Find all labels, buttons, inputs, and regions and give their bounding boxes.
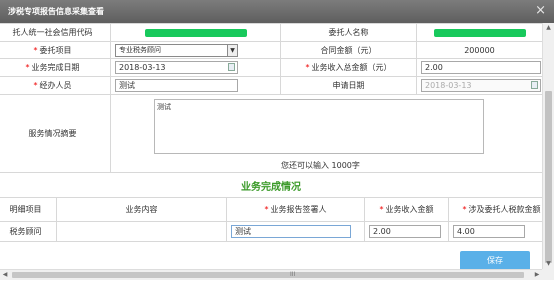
dropdown-arrow-icon: ▼ [227,44,237,56]
save-button[interactable]: 保存 [460,251,530,271]
form-content: 托人统一社会信用代码 委托人名称 * 委托项目 专业税务顾问 ▼ 合同金额（元） 2… [0,23,542,269]
row-tax-input[interactable]: 4.00 [453,225,525,238]
table-row: 税务顾问 测试 2.00 4.00 [0,221,542,242]
form-row-complete-date: * 业务完成日期 2018-03-13 * 业务收入总金额（元） 2.00 [0,58,542,77]
credit-code-label: 托人统一社会信用代码 [0,23,111,42]
client-name-value [416,23,542,42]
form-row-project: * 委托项目 专业税务顾问 ▼ 合同金额（元） 200000 [0,41,542,59]
remaining-char-count: 您还可以输入 1000字 [281,161,360,170]
signer-input[interactable]: 测试 [231,225,351,238]
row-detail-item: 税务顾问 [0,221,57,242]
close-icon[interactable]: × [535,3,546,18]
redacted-client-name [433,28,526,37]
required-mark: * [33,45,38,55]
apply-date-input: 2018-03-13 [421,79,541,92]
header-report-signer: 业务报告签署人 [270,205,327,214]
contract-amount-label: 合同金额（元） [280,41,417,59]
header-business-content: 业务内容 [56,197,227,222]
header-detail-item: 明细项目 [0,197,57,222]
calendar-icon[interactable] [228,63,235,71]
scroll-up-arrow-icon[interactable]: ▲ [543,23,554,33]
complete-date-input[interactable]: 2018-03-13 [115,61,238,74]
project-select[interactable]: 专业税务顾问 ▼ [115,43,238,57]
complete-date-label: 业务完成日期 [31,63,80,72]
window-titlebar: 涉税专项报告信息采集查看 × [0,0,554,23]
vertical-scroll-thumb[interactable] [545,91,552,263]
calendar-icon [531,81,538,89]
horizontal-scrollbar[interactable]: ◀ III ▶ [0,269,542,280]
contract-amount-value: 200000 [416,41,542,59]
apply-date-label: 申请日期 [280,76,417,95]
vertical-scrollbar[interactable]: ▲ ▼ [542,23,554,269]
scroll-grip: III [290,271,296,278]
horizontal-scroll-thumb[interactable] [12,272,524,278]
window-title: 涉税专项报告信息采集查看 [8,7,104,16]
section-title: 业务完成情况 [241,182,301,193]
income-total-input[interactable]: 2.00 [421,61,541,74]
header-tax-amount: 涉及委托人税款金额 [468,204,541,214]
scroll-down-arrow-icon[interactable]: ▼ [543,259,554,269]
redacted-credit-code [144,28,247,37]
handler-input[interactable]: 测试 [115,79,238,92]
required-mark: * [305,63,310,72]
form-row-credit-code: 托人统一社会信用代码 委托人名称 [0,23,542,42]
scroll-right-arrow-icon[interactable]: ▶ [532,270,542,280]
header-income-amount: 业务收入金额 [385,205,434,214]
scrollbar-corner [542,269,554,280]
project-label: 委托项目 [39,45,72,55]
summary-label: 服务情况摘要 [0,94,111,173]
required-mark: * [33,81,38,90]
row-income-input[interactable]: 2.00 [369,225,441,238]
required-mark: * [462,204,467,214]
handler-label: 经办人员 [39,81,72,90]
business-detail-table: 明细项目 业务内容 * 业务报告签署人 * 业务收入金额 * 涉及委托人税款金额 税务… [0,197,542,242]
income-total-label: 业务收入总金额（元） [311,63,392,72]
required-mark: * [264,205,269,214]
table-header-row: 明细项目 业务内容 * 业务报告签署人 * 业务收入金额 * 涉及委托人税款金额 [0,197,542,222]
summary-textarea[interactable]: 测试 [154,99,484,154]
required-mark: * [379,205,384,214]
row-business-content [56,221,227,242]
form-row-handler: * 经办人员 测试 申请日期 2018-03-13 [0,76,542,95]
client-name-label: 委托人名称 [280,23,417,42]
credit-code-value [110,23,281,42]
window-bottom-edge [0,280,554,288]
scroll-left-arrow-icon[interactable]: ◀ [0,270,10,280]
required-mark: * [25,63,30,72]
